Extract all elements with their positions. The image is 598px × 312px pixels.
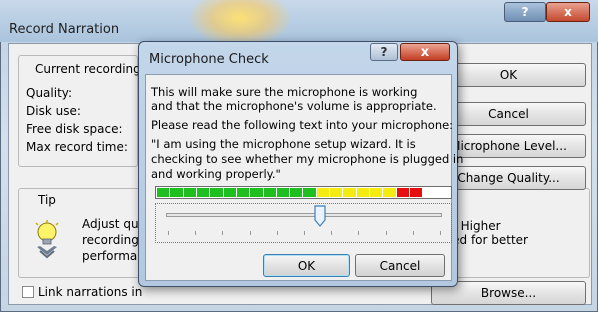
intro-text-line: and that the microphone's volume is appr… xyxy=(151,99,437,113)
meter-segment-green xyxy=(236,188,250,197)
disk-use-label: Disk use: xyxy=(26,104,81,118)
close-button[interactable]: x xyxy=(546,2,590,22)
mic-help-button[interactable]: ? xyxy=(370,43,398,61)
meter-segment-green xyxy=(250,188,263,197)
microphone-level-label: Microphone Level... xyxy=(450,139,567,153)
cancel-button-label: Cancel xyxy=(488,107,529,121)
meter-segment-empty xyxy=(423,188,436,197)
meter-segment-green xyxy=(157,188,170,197)
meter-segment-yellow xyxy=(330,188,343,197)
link-narrations-label: Link narrations in xyxy=(38,285,143,299)
meter-segment-yellow xyxy=(356,188,369,197)
tip-text-line: performar xyxy=(82,249,143,263)
meter-segment-yellow xyxy=(343,188,356,197)
slider-tick xyxy=(331,231,333,235)
meter-segment-green xyxy=(276,188,290,197)
meter-segment-green xyxy=(290,188,303,197)
quality-label: Quality: xyxy=(26,86,73,100)
meter-segment-yellow xyxy=(383,188,396,197)
meter-segment-red xyxy=(409,188,423,197)
link-narrations-checkbox[interactable] xyxy=(22,286,34,298)
lightbulb-tip-icon xyxy=(34,220,60,260)
help-button[interactable]: ? xyxy=(504,2,546,22)
ok-button-label: OK xyxy=(499,68,518,82)
mic-ok-button[interactable]: OK xyxy=(263,254,350,277)
meter-segment-green xyxy=(263,188,276,197)
tip-text-line: recording xyxy=(82,233,139,247)
meter-segment-empty xyxy=(436,188,449,197)
quote-text-line: checking to see whether my microphone is… xyxy=(151,152,464,166)
tip-text-line: Adjust qua xyxy=(82,217,146,231)
volume-slider-thumb[interactable] xyxy=(314,205,326,227)
instruction-text: Please read the following text into your… xyxy=(151,118,454,132)
slider-tick xyxy=(304,231,305,235)
intro-text-line: This will make sure the microphone is wo… xyxy=(151,85,418,99)
slider-tick xyxy=(385,231,387,235)
slider-tick xyxy=(358,231,360,235)
microphone-check-title: Microphone Check xyxy=(149,52,269,67)
meter-segment-yellow xyxy=(316,188,330,197)
slider-tick xyxy=(168,231,169,235)
mic-cancel-button[interactable]: Cancel xyxy=(355,254,445,277)
free-disk-space-label: Free disk space: xyxy=(26,122,123,136)
meter-segment-green xyxy=(183,188,196,197)
quote-text-line: and working properly." xyxy=(151,167,281,181)
meter-segment-green xyxy=(210,188,223,197)
slider-tick xyxy=(412,231,414,235)
slider-tick xyxy=(276,231,278,235)
max-record-time-label: Max record time: xyxy=(26,140,128,154)
slider-tick xyxy=(440,231,441,235)
browse-label: Browse... xyxy=(480,286,537,300)
meter-segment-green xyxy=(223,188,236,197)
meter-segment-green xyxy=(170,188,183,197)
meter-segment-red xyxy=(396,188,409,197)
slider-tick xyxy=(222,231,224,235)
mic-close-button[interactable]: x xyxy=(400,43,450,61)
slider-tick xyxy=(195,231,197,235)
meter-segment-green xyxy=(196,188,210,197)
quote-text-line: "I am using the microphone setup wizard.… xyxy=(151,137,416,151)
volume-level-meter xyxy=(155,186,452,199)
volume-slider-track[interactable] xyxy=(166,213,442,217)
tip-label: Tip xyxy=(36,193,58,207)
record-narration-title: Record Narration xyxy=(9,22,120,37)
change-quality-label: Change Quality... xyxy=(457,171,560,185)
slider-tick xyxy=(249,231,251,235)
current-recording-label: Current recording xyxy=(35,62,141,76)
volume-slider-focus-frame xyxy=(155,203,452,243)
meter-segment-green xyxy=(303,188,316,197)
meter-segment-yellow xyxy=(370,188,383,197)
